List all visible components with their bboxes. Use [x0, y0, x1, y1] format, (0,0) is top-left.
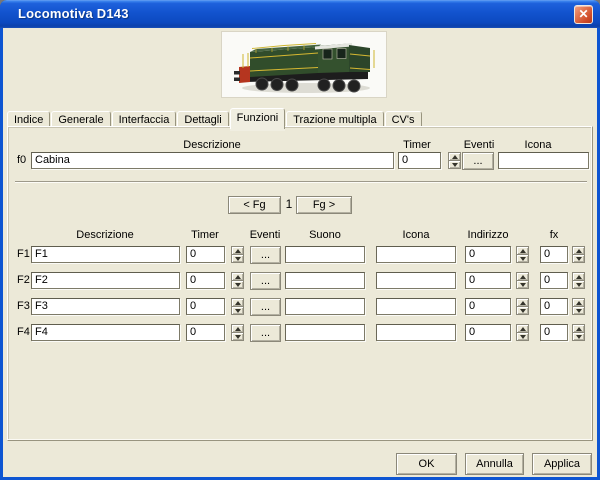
fg-previous-button[interactable]: < Fg — [228, 196, 281, 214]
suono-field[interactable] — [285, 246, 365, 263]
icona-field[interactable] — [376, 246, 456, 263]
function-row-f2: F2 F2 0 ... 0 0 — [8, 272, 594, 289]
spin-down-icon[interactable] — [572, 280, 585, 289]
descrizione-field[interactable]: F3 — [31, 298, 180, 315]
locomotive-photo — [222, 32, 386, 97]
col-fx-header: fx — [550, 229, 559, 241]
spin-down-icon[interactable] — [572, 306, 585, 315]
row-label: F1 — [17, 246, 30, 263]
fx-field[interactable]: 0 — [540, 298, 568, 315]
spin-down-icon[interactable] — [572, 254, 585, 263]
indirizzo-field[interactable]: 0 — [465, 298, 511, 315]
indirizzo-spinner — [516, 246, 529, 263]
spin-down-icon[interactable] — [231, 332, 244, 341]
f0-icona-header: Icona — [525, 139, 552, 151]
icona-field[interactable] — [376, 298, 456, 315]
function-row-f3: F3 F3 0 ... 0 0 — [8, 298, 594, 315]
spin-down-icon[interactable] — [448, 160, 461, 169]
fx-spinner — [572, 324, 585, 341]
f0-row-label: f0 — [17, 152, 26, 169]
applica-button[interactable]: Applica — [532, 453, 592, 475]
fx-field[interactable]: 0 — [540, 246, 568, 263]
timer-spinner — [231, 272, 244, 289]
icona-field[interactable] — [376, 272, 456, 289]
dialog-client-area: IndiceGeneraleInterfacciaDettagliFunzion… — [3, 28, 597, 477]
icona-field[interactable] — [376, 324, 456, 341]
col-eventi-header: Eventi — [250, 229, 281, 241]
tab-strip: IndiceGeneraleInterfacciaDettagliFunzion… — [7, 108, 423, 126]
f0-timer-field[interactable]: 0 — [398, 152, 441, 169]
indirizzo-spinner — [516, 324, 529, 341]
annulla-button[interactable]: Annulla — [465, 453, 524, 475]
spin-down-icon[interactable] — [231, 254, 244, 263]
title-bar[interactable]: Locomotiva D143 ✕ — [0, 0, 600, 28]
fx-field[interactable]: 0 — [540, 324, 568, 341]
spin-down-icon[interactable] — [516, 254, 529, 263]
function-row-f1: F1 F1 0 ... 0 0 — [8, 246, 594, 263]
locomotive-image — [222, 32, 386, 97]
f0-icona-field[interactable] — [498, 152, 589, 169]
timer-field[interactable]: 0 — [186, 324, 225, 341]
suono-field[interactable] — [285, 298, 365, 315]
timer-field[interactable]: 0 — [186, 246, 225, 263]
row-label: F3 — [17, 298, 30, 315]
eventi-button[interactable]: ... — [250, 298, 281, 316]
fg-next-button[interactable]: Fg > — [296, 196, 352, 214]
spin-down-icon[interactable] — [231, 306, 244, 315]
f0-descrizione-field[interactable]: Cabina — [31, 152, 394, 169]
descrizione-field[interactable]: F2 — [31, 272, 180, 289]
indirizzo-field[interactable]: 0 — [465, 272, 511, 289]
ok-button[interactable]: OK — [396, 453, 457, 475]
descrizione-field[interactable]: F4 — [31, 324, 180, 341]
f0-eventi-button[interactable]: ... — [462, 152, 494, 170]
col-icona-header: Icona — [403, 229, 430, 241]
eventi-button[interactable]: ... — [250, 272, 281, 290]
descrizione-field[interactable]: F1 — [31, 246, 180, 263]
fx-spinner — [572, 246, 585, 263]
col-suono-header: Suono — [309, 229, 341, 241]
indirizzo-field[interactable]: 0 — [465, 246, 511, 263]
col-timer-header: Timer — [191, 229, 219, 241]
spin-down-icon[interactable] — [516, 332, 529, 341]
dialog-window: Locomotiva D143 ✕ — [0, 0, 600, 480]
indirizzo-spinner — [516, 298, 529, 315]
timer-spinner — [231, 324, 244, 341]
timer-field[interactable]: 0 — [186, 298, 225, 315]
f0-timer-spinner — [448, 152, 461, 169]
eventi-button[interactable]: ... — [250, 246, 281, 264]
spin-down-icon[interactable] — [516, 280, 529, 289]
spin-down-icon[interactable] — [572, 332, 585, 341]
fx-field[interactable]: 0 — [540, 272, 568, 289]
suono-field[interactable] — [285, 324, 365, 341]
window-title: Locomotiva D143 — [18, 0, 129, 28]
f0-timer-header: Timer — [403, 139, 431, 151]
tab-funzioni[interactable]: Funzioni — [230, 108, 286, 129]
close-button[interactable]: ✕ — [574, 5, 593, 24]
indirizzo-field[interactable]: 0 — [465, 324, 511, 341]
row-label: F4 — [17, 324, 30, 341]
funzioni-tab-panel: Descrizione Timer Eventi Icona f0 Cabina… — [7, 126, 593, 441]
close-icon: ✕ — [578, 7, 588, 21]
f0-descrizione-header: Descrizione — [183, 139, 240, 151]
fx-spinner — [572, 298, 585, 315]
indirizzo-spinner — [516, 272, 529, 289]
function-row-f4: F4 F4 0 ... 0 0 — [8, 324, 594, 341]
eventi-button[interactable]: ... — [250, 324, 281, 342]
row-label: F2 — [17, 272, 30, 289]
timer-spinner — [231, 298, 244, 315]
timer-field[interactable]: 0 — [186, 272, 225, 289]
spin-down-icon[interactable] — [516, 306, 529, 315]
f0-eventi-header: Eventi — [464, 139, 495, 151]
timer-spinner — [231, 246, 244, 263]
col-indirizzo-header: Indirizzo — [468, 229, 509, 241]
col-descrizione-header: Descrizione — [76, 229, 133, 241]
spin-down-icon[interactable] — [231, 280, 244, 289]
section-divider — [15, 181, 587, 183]
fx-spinner — [572, 272, 585, 289]
suono-field[interactable] — [285, 272, 365, 289]
